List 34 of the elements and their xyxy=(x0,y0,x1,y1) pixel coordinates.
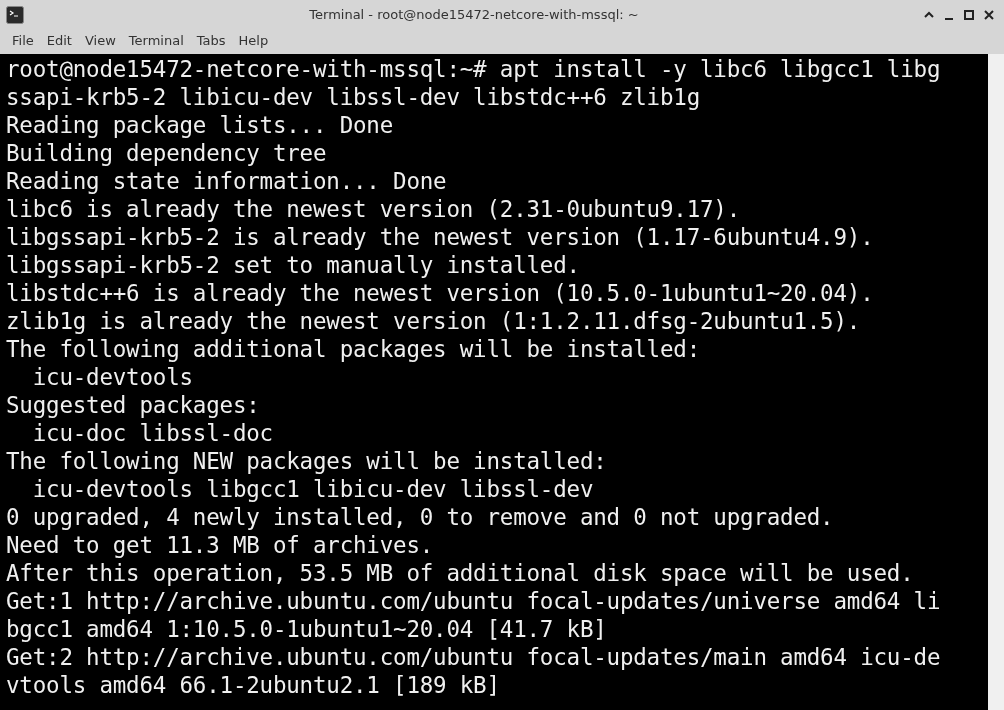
terminal-line: Need to get 11.3 MB of archives. xyxy=(6,531,435,559)
menu-item[interactable]: View xyxy=(78,30,122,52)
terminal-line: The following NEW packages will be installed: xyxy=(6,447,608,475)
menu-item[interactable]: File xyxy=(6,30,40,52)
terminal-line: libstdc++6 is already the newest version (10.5.0-1ubuntu1~20.04). xyxy=(6,279,875,307)
terminal-line: libc6 is already the newest version (2.31-0ubuntu9.17). xyxy=(6,195,742,223)
terminal-line: icu-devtools xyxy=(31,363,194,391)
terminal-line: libgssapi-krb5-2 is already the newest version (1.17-6ubuntu4.9). xyxy=(6,223,875,251)
menu-item[interactable]: Help xyxy=(232,30,275,52)
terminal-line: libgssapi-krb5-2 set to manually installed. xyxy=(6,251,581,279)
menu-item[interactable]: Edit xyxy=(40,30,78,52)
terminal-icon xyxy=(6,6,24,24)
terminal-line: Reading package lists... Done xyxy=(6,111,395,139)
window-title: Terminal - root@node15472-netcore-with-mssql: ~ xyxy=(308,6,640,25)
terminal-line: The following additional packages will be installed: xyxy=(6,335,701,363)
terminal-line: Building dependency tree xyxy=(6,139,328,167)
terminal-line: icu-devtools libgcc1 libicu-dev libssl-dev xyxy=(31,475,595,503)
terminal-line: 0 upgraded, 4 newly installed, 0 to remove and 0 not upgraded. xyxy=(6,503,835,531)
terminal-line: Get:2 http://archive.ubuntu.com/ubuntu focal-updates/main amd64 icu-de xyxy=(6,643,942,671)
terminal-line: Suggested packages: xyxy=(6,391,261,419)
terminal-line: Reading state information... Done xyxy=(6,167,448,195)
terminal-line: ssapi-krb5-2 libicu-dev libssl-dev libstdc++6 zlib1g xyxy=(6,83,701,111)
maximize-icon[interactable] xyxy=(964,10,974,20)
close-icon[interactable] xyxy=(984,10,994,20)
terminal-line: After this operation, 53.5 MB of additional disk space will be used. xyxy=(6,559,915,587)
terminal-line: bgcc1 amd64 1:10.5.0-1ubuntu1~20.04 [41.7 kB] xyxy=(6,615,608,643)
terminal-line: vtools amd64 66.1-2ubuntu2.1 [189 kB] xyxy=(6,671,501,699)
terminal-line: root@node15472-netcore-with-mssql:~# apt install -y libc6 libgcc1 libg xyxy=(6,55,942,83)
terminal-line: icu-doc libssl-doc xyxy=(31,419,274,447)
terminal-line: Get:1 http://archive.ubuntu.com/ubuntu focal-updates/universe amd64 li xyxy=(6,587,942,615)
chevron-up-icon[interactable] xyxy=(924,11,934,19)
menu-item[interactable]: Terminal xyxy=(122,30,190,52)
terminal-line: zlib1g is already the newest version (1:1.2.11.dfsg-2ubuntu1.5). xyxy=(6,307,862,335)
menu-item[interactable]: Tabs xyxy=(190,30,232,52)
